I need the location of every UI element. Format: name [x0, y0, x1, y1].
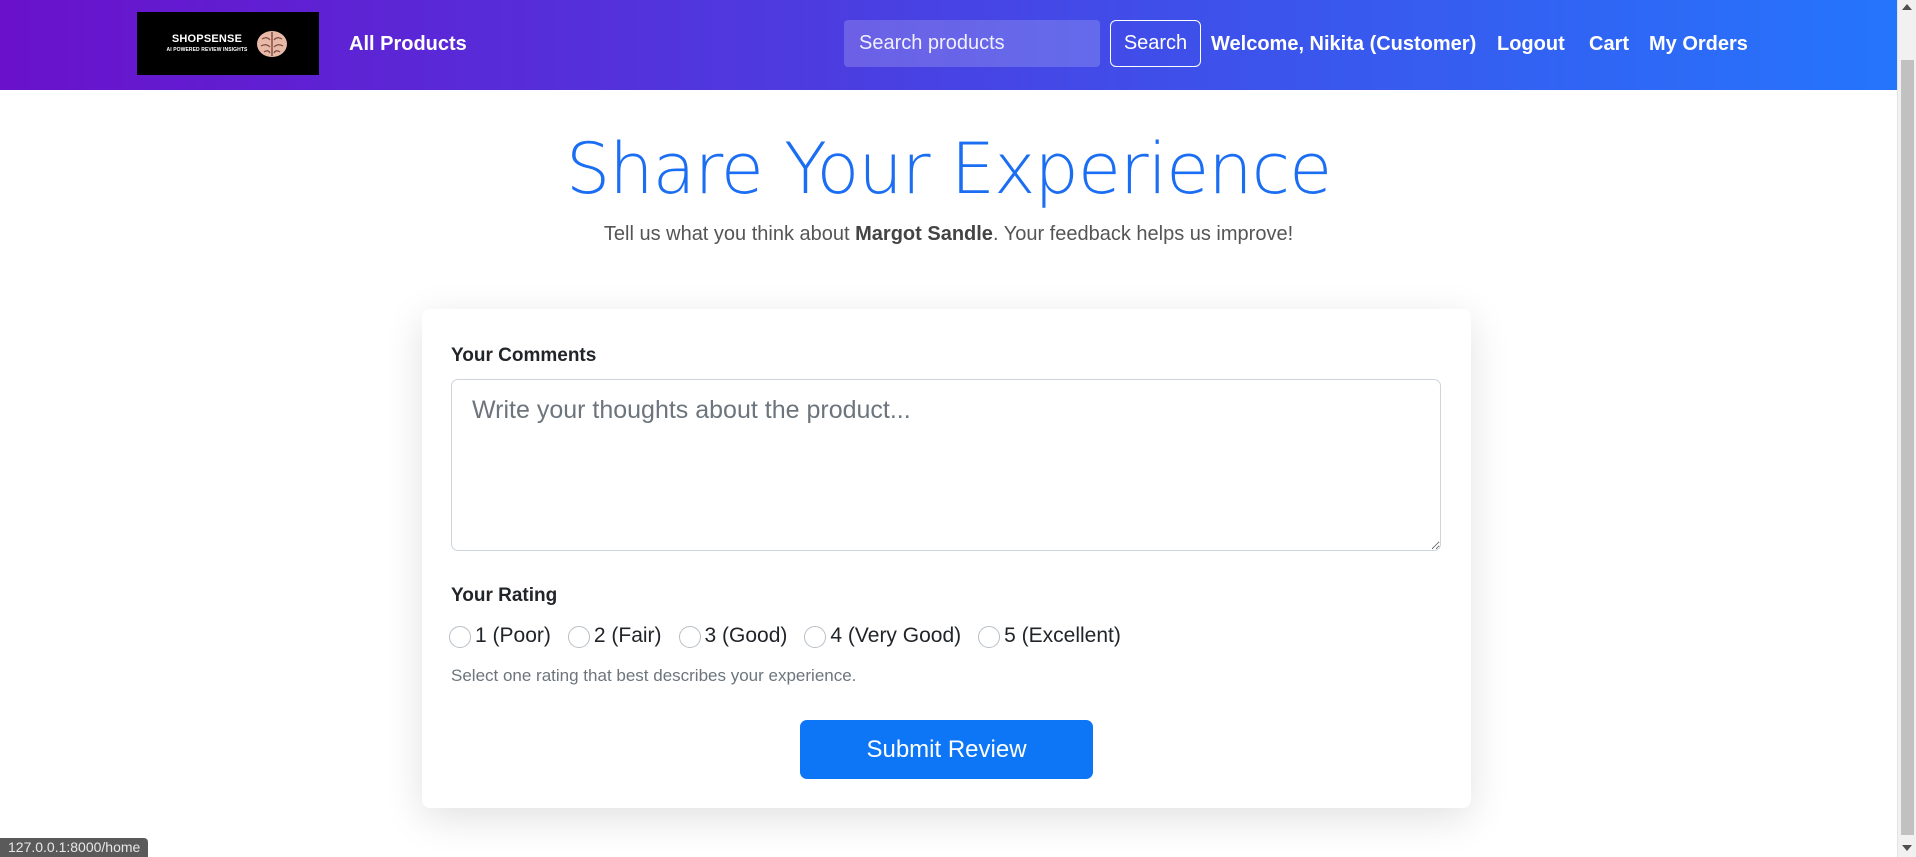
subtitle-suffix: . Your feedback helps us improve!	[992, 223, 1294, 245]
product-name: Margot Sandle	[855, 223, 993, 245]
search-input[interactable]	[844, 20, 1100, 67]
nav-all-products[interactable]: All Products	[349, 33, 467, 56]
brain-icon	[257, 30, 288, 57]
review-form-card: Your Comments Your Rating 1 (Poor) 2 (Fa…	[422, 309, 1471, 808]
rating-option-label: 5 (Excellent)	[1004, 624, 1121, 647]
rating-radio-4[interactable]	[804, 626, 827, 648]
rating-option-label: 3 (Good)	[704, 624, 788, 647]
rating-option-label: 1 (Poor)	[475, 624, 551, 647]
rating-label: Your Rating	[451, 585, 558, 606]
page-title: Share Your Experience	[565, 128, 1332, 210]
status-bar-url: 127.0.0.1:8000/home	[0, 838, 149, 857]
subtitle-prefix: Tell us what you think about	[603, 223, 856, 245]
top-navbar: SHOPSENSE AI POWERED REVIEW INSIGHTS All…	[0, 0, 1897, 90]
rating-option-label: 4 (Very Good)	[830, 624, 962, 647]
nav-logout[interactable]: Logout	[1497, 33, 1565, 56]
rating-option-5[interactable]: 5 (Excellent)	[978, 624, 1121, 648]
nav-welcome[interactable]: Welcome, Nikita (Customer)	[1211, 33, 1476, 56]
scroll-down-arrow-icon[interactable]	[1902, 845, 1912, 851]
comments-textarea[interactable]	[451, 379, 1441, 551]
rating-option-4[interactable]: 4 (Very Good)	[804, 624, 961, 648]
submit-review-button[interactable]: Submit Review	[800, 720, 1093, 779]
scroll-up-arrow-icon[interactable]	[1902, 4, 1912, 10]
scrollbar-thumb[interactable]	[1901, 60, 1914, 835]
rating-radio-5[interactable]	[978, 626, 1001, 648]
nav-cart[interactable]: Cart	[1589, 33, 1629, 56]
rating-help-text: Select one rating that best describes yo…	[451, 666, 857, 685]
rating-option-3[interactable]: 3 (Good)	[678, 624, 788, 648]
rating-option-2[interactable]: 2 (Fair)	[567, 624, 662, 648]
rating-options: 1 (Poor) 2 (Fair) 3 (Good) 4 (Very Good)…	[449, 624, 1138, 648]
logo-title: SHOPSENSE	[171, 33, 243, 45]
comments-label: Your Comments	[451, 345, 597, 366]
search-button[interactable]: Search	[1110, 20, 1201, 67]
nav-my-orders[interactable]: My Orders	[1649, 33, 1748, 56]
page-subtitle: Tell us what you think about Margot Sand…	[0, 223, 1897, 246]
logo-subtitle: AI POWERED REVIEW INSIGHTS	[166, 47, 248, 53]
rating-radio-3[interactable]	[678, 626, 701, 648]
vertical-scrollbar[interactable]	[1897, 0, 1916, 857]
logo-text: SHOPSENSE AI POWERED REVIEW INSIGHTS	[167, 34, 248, 53]
rating-option-1[interactable]: 1 (Poor)	[449, 624, 551, 648]
rating-option-label: 2 (Fair)	[593, 624, 662, 647]
shopsense-logo[interactable]: SHOPSENSE AI POWERED REVIEW INSIGHTS	[137, 12, 319, 75]
rating-radio-2[interactable]	[567, 626, 590, 648]
rating-radio-1[interactable]	[449, 626, 471, 648]
